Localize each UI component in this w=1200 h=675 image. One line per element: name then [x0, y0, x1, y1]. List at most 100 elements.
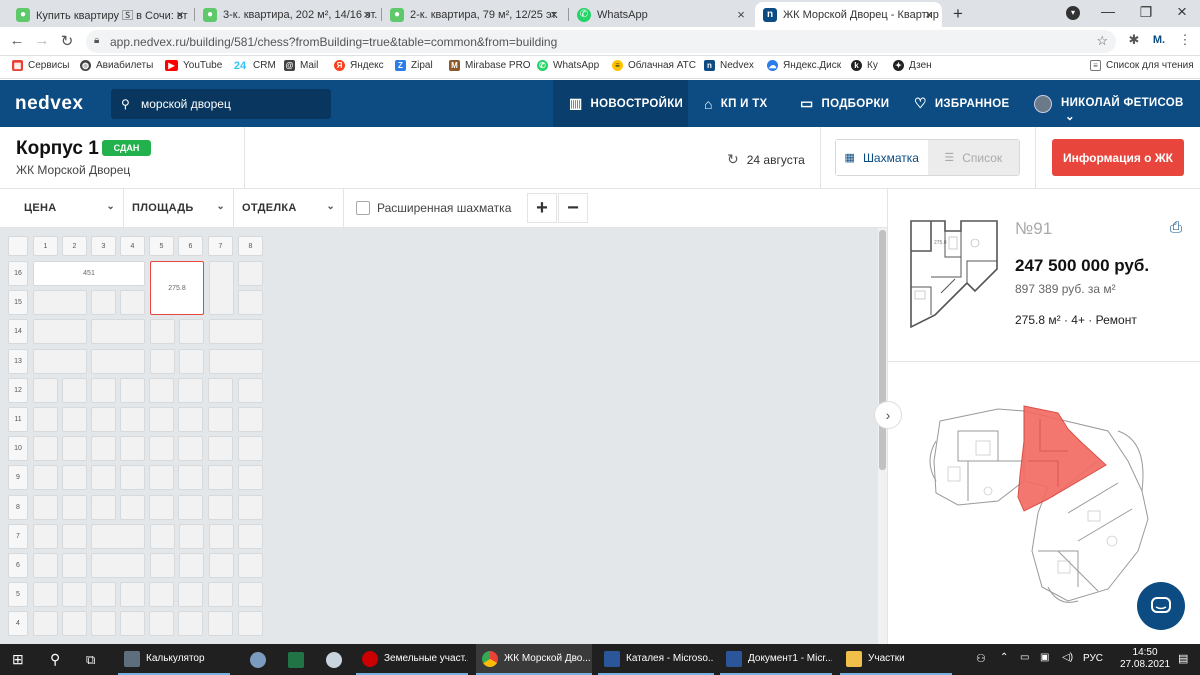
- apartment-cell[interactable]: [62, 465, 87, 491]
- start-button[interactable]: ⊞: [6, 644, 34, 675]
- apartment-cell[interactable]: [33, 582, 58, 608]
- apartment-cell[interactable]: [62, 553, 87, 578]
- apartment-cell[interactable]: [33, 611, 58, 637]
- apartment-cell[interactable]: [120, 494, 145, 520]
- apartment-cell[interactable]: [91, 553, 145, 578]
- apartment-cell[interactable]: [91, 465, 116, 491]
- bookmark-ku[interactable]: k Ку: [851, 60, 878, 71]
- bookmark-whatsapp[interactable]: ✆ WhatsApp: [537, 60, 599, 71]
- user-menu[interactable]: НИКОЛАЙ ФЕТИСОВ ⌄: [1061, 97, 1200, 123]
- window-close-icon[interactable]: ×: [1172, 2, 1192, 22]
- taskbar-pin-excel[interactable]: [282, 644, 308, 675]
- tray-chevron-icon[interactable]: ⌃: [1000, 652, 1008, 663]
- bookmark-nedvex[interactable]: n Nedvex: [704, 60, 754, 71]
- apartment-cell[interactable]: [208, 494, 233, 520]
- apartment-cell[interactable]: [149, 436, 174, 462]
- apartment-cell[interactable]: [91, 582, 116, 608]
- nav-izbrannoe[interactable]: ♡ ИЗБРАННОЕ: [898, 80, 1018, 127]
- browser-tab[interactable]: ✆ WhatsApp ×: [569, 2, 754, 27]
- apartment-cell[interactable]: [209, 553, 234, 578]
- apartment-cell[interactable]: [238, 377, 263, 403]
- apartment-cell[interactable]: [238, 523, 263, 549]
- apartment-cell[interactable]: [62, 377, 87, 403]
- bookmark-mirabase[interactable]: M Mirabase PRO: [449, 60, 531, 71]
- floor-plan-image[interactable]: [928, 401, 1158, 607]
- apartment-cell[interactable]: [62, 611, 87, 637]
- bookmark-dzen[interactable]: ✦ Дзен: [893, 60, 932, 71]
- apartment-cell[interactable]: [178, 582, 203, 608]
- nav-kp-tx[interactable]: ⌂ КП И ТХ: [688, 80, 784, 127]
- zoom-out-button[interactable]: −: [558, 193, 588, 223]
- url-field[interactable]: 🔒︎ app.nedvex.ru/building/581/chess?from…: [86, 30, 1116, 53]
- back-icon[interactable]: ←: [8, 32, 26, 49]
- close-icon[interactable]: ×: [922, 7, 936, 22]
- chat-button[interactable]: [1137, 582, 1185, 630]
- apartment-cell[interactable]: [33, 436, 58, 462]
- apartment-cell[interactable]: [33, 523, 58, 549]
- task-view-button[interactable]: ⧉: [80, 644, 108, 675]
- maximize-icon[interactable]: ❐: [1136, 4, 1156, 21]
- new-tab-button[interactable]: +: [948, 4, 968, 24]
- extensions-icon[interactable]: ✱: [1125, 32, 1143, 48]
- apartment-cell[interactable]: [62, 407, 87, 432]
- print-icon[interactable]: ⎙: [1170, 219, 1182, 236]
- view-list-button[interactable]: ☰ Список: [927, 140, 1019, 175]
- people-icon[interactable]: ⚇: [976, 652, 986, 665]
- extended-chess-checkbox[interactable]: [356, 201, 370, 215]
- apartment-cell[interactable]: [178, 436, 203, 462]
- apartment-cell[interactable]: [91, 377, 116, 403]
- volume-icon[interactable]: ◁): [1062, 652, 1073, 663]
- apartment-cell[interactable]: [238, 290, 263, 316]
- apartment-cell[interactable]: [150, 523, 175, 549]
- browser-tab-active[interactable]: n ЖК Морской Дворец - Квартир ×: [755, 2, 942, 27]
- reload-icon[interactable]: ↻: [58, 32, 76, 50]
- panel-expand-button[interactable]: ›: [874, 401, 902, 429]
- nav-podborki[interactable]: ▭ ПОДБОРКИ: [784, 80, 898, 127]
- taskbar-app-opera[interactable]: Земельные участ...: [356, 644, 468, 675]
- apartment-cell[interactable]: [178, 611, 203, 637]
- browser-tab[interactable]: ● 3-к. квартира, 202 м², 14/16 эт. ×: [195, 2, 380, 27]
- apartment-cell[interactable]: [238, 582, 263, 608]
- apartment-cell[interactable]: [33, 553, 58, 578]
- apartment-cell[interactable]: [91, 348, 145, 374]
- apartment-cell[interactable]: [33, 290, 87, 316]
- nav-novostroyki[interactable]: ▥ НОВОСТРОЙКИ: [553, 80, 688, 127]
- apartment-cell[interactable]: [178, 407, 203, 432]
- apartment-cell[interactable]: [149, 582, 174, 608]
- bookmark-services[interactable]: ▦ Сервисы: [12, 60, 69, 71]
- apartment-cell[interactable]: [91, 407, 116, 432]
- apartment-cell[interactable]: [120, 407, 145, 432]
- profile-button[interactable]: М.: [1150, 34, 1168, 46]
- apartment-cell[interactable]: [33, 377, 58, 403]
- apartment-cell[interactable]: [208, 377, 233, 403]
- apartment-cell[interactable]: [179, 348, 204, 374]
- taskbar-pin-paint[interactable]: [244, 644, 270, 675]
- apartment-cell[interactable]: [120, 582, 145, 608]
- apartment-cell[interactable]: [209, 348, 263, 374]
- apartment-cell-selected[interactable]: 275.8: [150, 261, 204, 315]
- bookmark-cloud-ats[interactable]: ≡ Облачная АТС: [612, 60, 696, 71]
- finish-filter[interactable]: ОТДЕЛКА ⌄: [234, 189, 344, 227]
- close-icon[interactable]: ×: [173, 7, 187, 22]
- apartment-cell[interactable]: [209, 261, 234, 315]
- bookmark-yandex[interactable]: Я Яндекс: [334, 60, 384, 71]
- apartment-cell[interactable]: [149, 377, 174, 403]
- apartment-cell[interactable]: [238, 465, 263, 491]
- taskbar-search[interactable]: ⚲: [44, 644, 72, 675]
- network-icon[interactable]: ▣: [1040, 652, 1049, 663]
- menu-icon[interactable]: ⋮: [1176, 32, 1194, 48]
- apartment-cell[interactable]: [238, 494, 263, 520]
- chess-scrollbar[interactable]: [878, 228, 887, 644]
- apartment-cell[interactable]: [120, 377, 145, 403]
- apartment-cell[interactable]: [209, 319, 263, 345]
- apartment-cell[interactable]: [91, 436, 116, 462]
- apartment-cell[interactable]: [91, 611, 116, 637]
- battery-icon[interactable]: ▭: [1020, 652, 1029, 663]
- apartment-cell[interactable]: [179, 553, 204, 578]
- taskbar-app-word-document[interactable]: Документ1 - Micr...: [720, 644, 832, 675]
- complex-name[interactable]: ЖК Морской Дворец: [16, 163, 130, 177]
- apartment-cell[interactable]: [91, 494, 116, 520]
- close-icon[interactable]: ×: [734, 7, 748, 22]
- taskbar-app-word-kataleya[interactable]: Каталея - Microso...: [598, 644, 714, 675]
- bookmark-star-icon[interactable]: ☆: [1096, 33, 1108, 49]
